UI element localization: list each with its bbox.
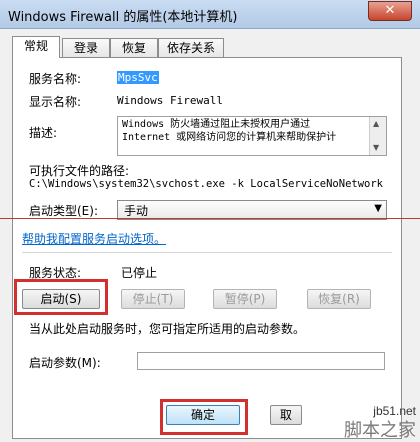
tab-dependencies[interactable]: 依存关系 xyxy=(158,38,224,57)
title-bar: Windows Firewall 的属性(本地计算机) ✕ xyxy=(0,0,420,29)
tab-recovery[interactable]: 恢复 xyxy=(110,38,158,57)
window-title: Windows Firewall 的属性(本地计算机) xyxy=(8,10,238,25)
resume-button[interactable]: 恢复(R) xyxy=(307,289,371,309)
pause-button[interactable]: 暂停(P) xyxy=(213,289,277,309)
startup-type-select[interactable]: 手动 ▼ xyxy=(117,200,387,220)
service-name-value[interactable]: MpsSvc xyxy=(117,71,159,84)
annotation-line xyxy=(0,218,420,219)
startup-type-value: 手动 xyxy=(124,204,149,218)
tab-general[interactable]: 常规 xyxy=(12,36,60,58)
description-scrollbar[interactable]: ▲ ▼ xyxy=(369,117,386,155)
close-button[interactable]: ✕ xyxy=(368,1,412,21)
display-name-value[interactable]: Windows Firewall xyxy=(117,94,223,107)
start-hint: 当从此处启动服务时，您可指定所适用的启动参数。 xyxy=(29,322,306,336)
scroll-down-icon[interactable]: ▼ xyxy=(373,143,379,152)
scroll-up-icon[interactable]: ▲ xyxy=(373,119,379,128)
startup-type-label: 启动类型(E): xyxy=(29,204,98,218)
start-params-input[interactable] xyxy=(137,352,385,370)
tab-logon[interactable]: 登录 xyxy=(62,38,110,57)
annotation-box-start xyxy=(14,279,108,315)
watermark-name: 脚本之家 xyxy=(344,420,416,441)
divider xyxy=(22,252,392,253)
stop-button[interactable]: 停止(T) xyxy=(121,289,185,309)
exe-path-label: 可执行文件的路径: xyxy=(29,164,130,178)
chevron-down-icon: ▼ xyxy=(374,203,382,214)
description-box[interactable]: Windows 防火墙通过阻止未授权用户通过 Internet 或网络访问您的计… xyxy=(117,116,387,156)
exe-path-value: C:\Windows\system32\svchost.exe -k Local… xyxy=(29,178,384,190)
display-name-label: 显示名称: xyxy=(29,95,82,109)
close-icon: ✕ xyxy=(384,3,396,18)
watermark: jb51.net 脚本之家 xyxy=(344,404,416,442)
help-link[interactable]: 帮助我配置服务启动选项。 xyxy=(22,230,166,247)
service-status-value: 已停止 xyxy=(121,266,158,280)
service-name-label: 服务名称: xyxy=(29,72,82,86)
description-label: 描述: xyxy=(29,126,58,140)
start-params-label: 启动参数(M): xyxy=(29,356,101,370)
annotation-box-ok xyxy=(160,399,248,435)
description-value: Windows 防火墙通过阻止未授权用户通过 Internet 或网络访问您的计… xyxy=(122,119,337,143)
general-panel: 服务名称: MpsSvc 显示名称: Windows Firewall 描述: … xyxy=(12,57,402,439)
cancel-button[interactable]: 取 xyxy=(270,405,302,425)
